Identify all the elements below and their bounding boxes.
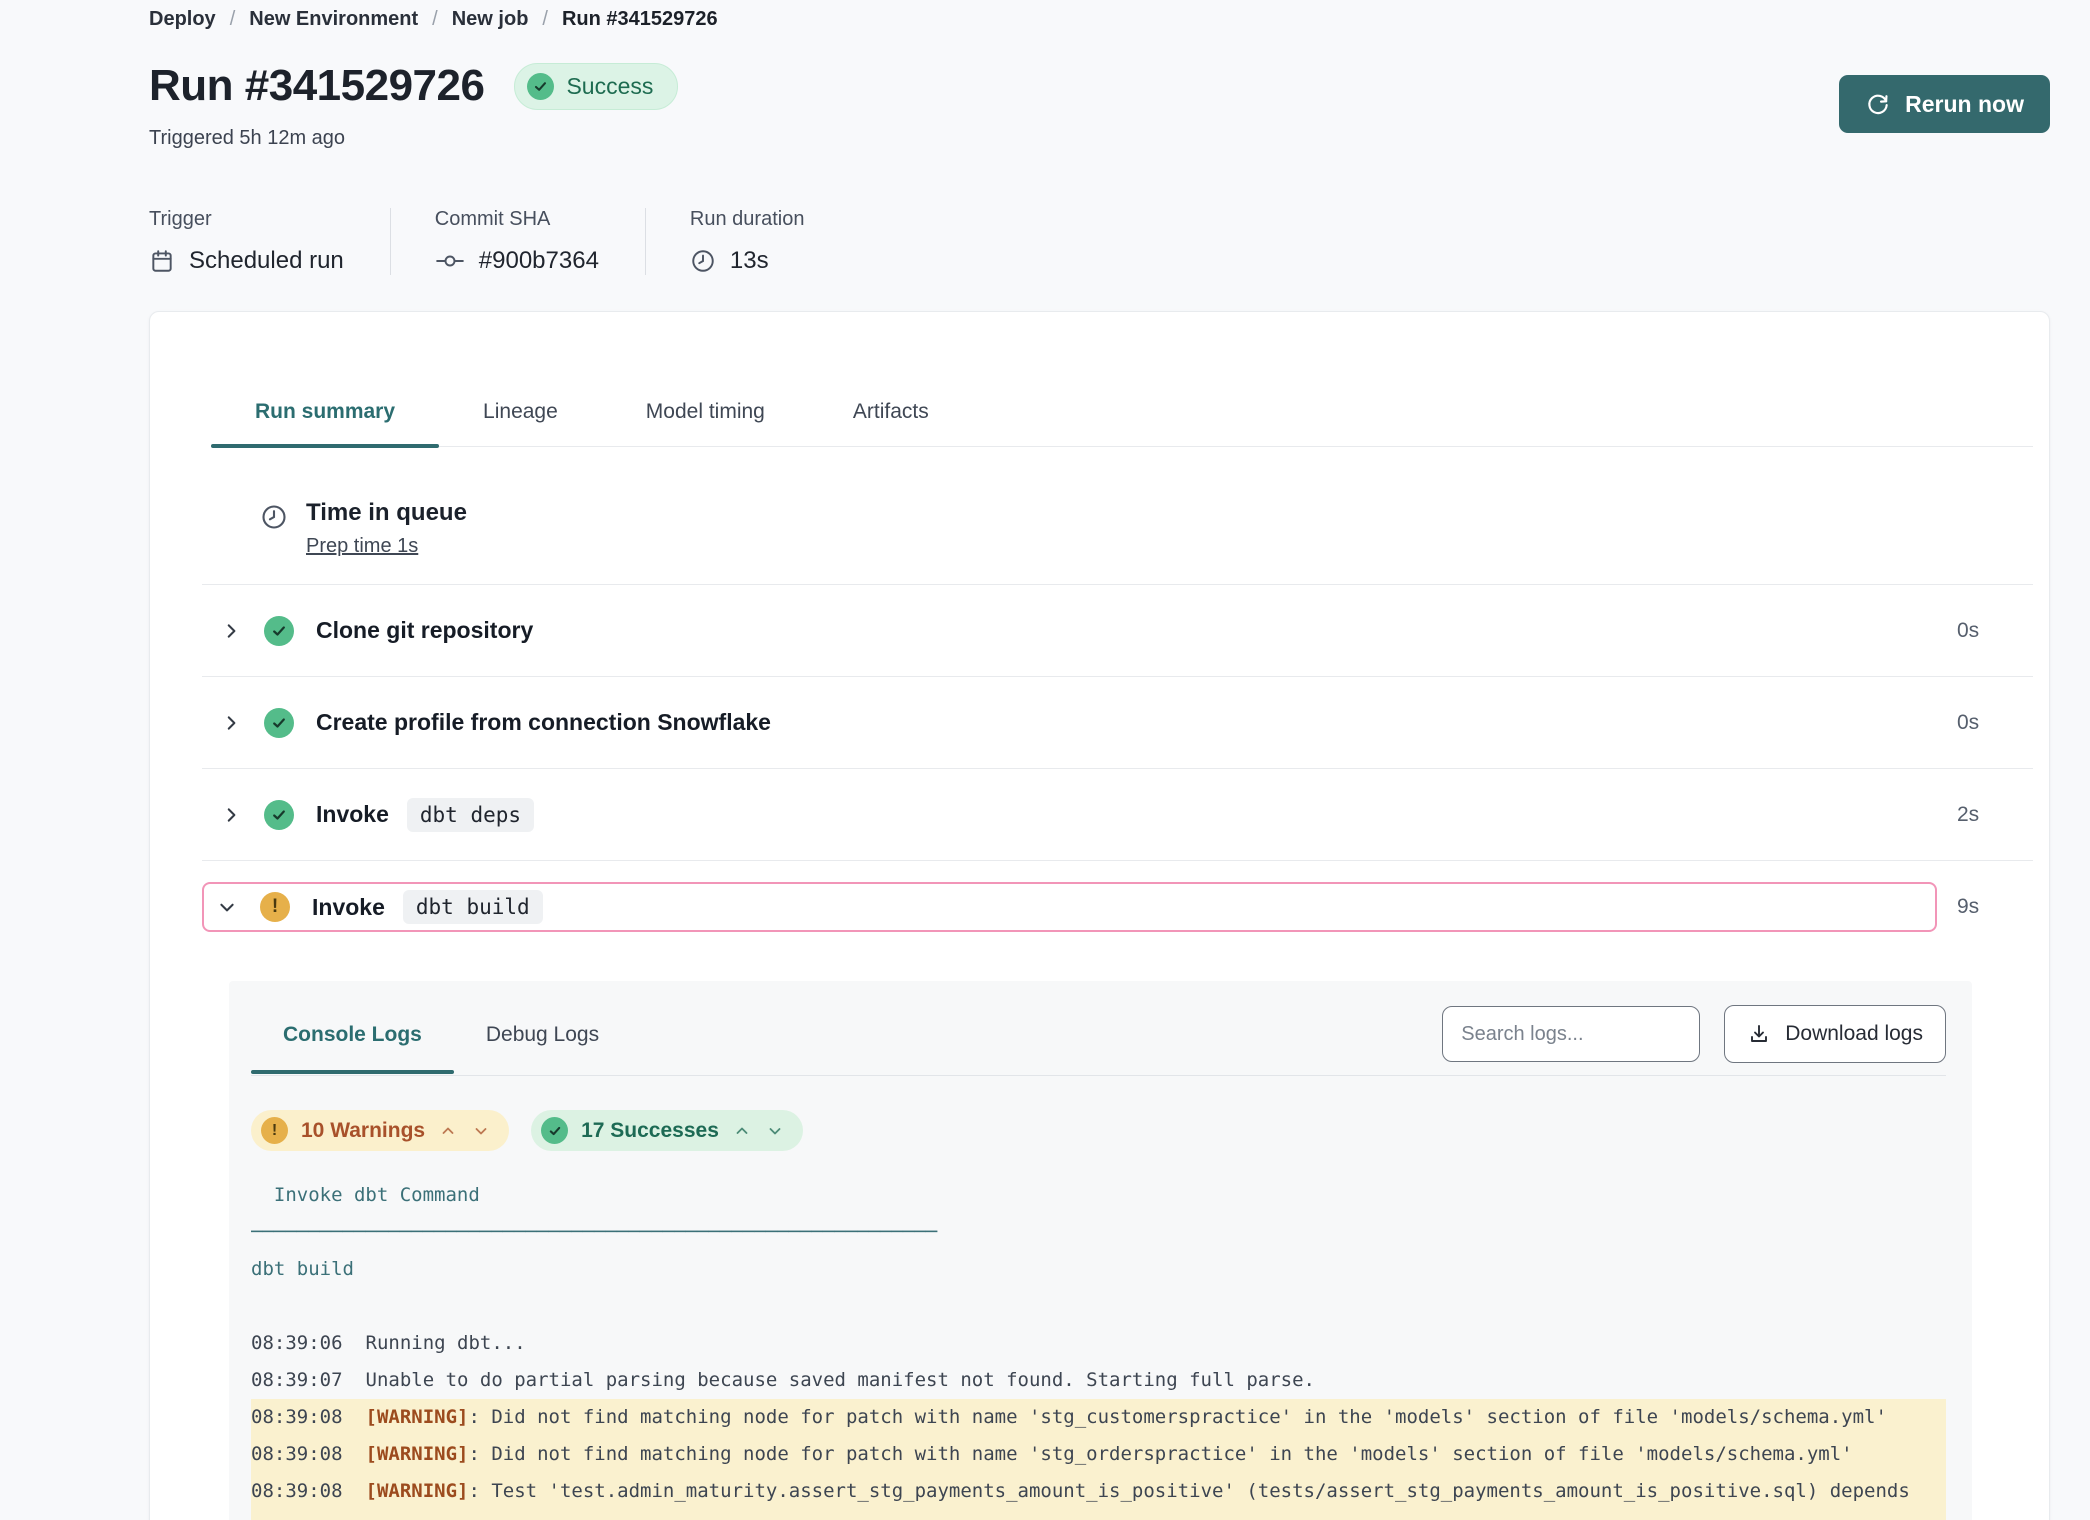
next-warning-button[interactable]: [471, 1121, 491, 1141]
tab-debug-logs[interactable]: Debug Logs: [454, 1007, 631, 1061]
triggered-timestamp: Triggered 5h 12m ago: [149, 127, 678, 150]
tab-model-timing[interactable]: Model timing: [602, 400, 809, 446]
time-in-queue: Time in queue Prep time 1s: [260, 499, 2033, 558]
breadcrumb-separator: /: [432, 8, 438, 31]
meta-commit-label: Commit SHA: [435, 208, 599, 231]
meta-duration-value: 13s: [730, 247, 769, 275]
rerun-now-label: Rerun now: [1905, 91, 2024, 118]
breadcrumb-new-environment[interactable]: New Environment: [249, 8, 418, 31]
chevron-down-icon: [218, 898, 238, 916]
meta-trigger-value: Scheduled run: [189, 247, 344, 275]
log-line: 08:39:06Running dbt...: [251, 1325, 1946, 1362]
step-invoke-dbt-deps[interactable]: Invoke dbt deps 2s: [202, 769, 2033, 861]
commit-icon: [435, 248, 465, 274]
log-line: [251, 1288, 1946, 1325]
log-line: 08:39:07Unable to do partial parsing bec…: [251, 1362, 1946, 1399]
breadcrumb-separator: /: [542, 8, 548, 31]
search-logs-input[interactable]: [1442, 1006, 1700, 1062]
breadcrumb-current-run: Run #341529726: [562, 8, 718, 31]
clock-icon: [690, 248, 716, 274]
step-duration: 2s: [1957, 803, 2033, 827]
tab-console-logs[interactable]: Console Logs: [251, 1007, 454, 1061]
success-check-icon: [527, 73, 554, 100]
console-log-output[interactable]: Invoke dbt Command ─────────────────────…: [251, 1177, 1946, 1520]
log-line: Invoke dbt Command: [251, 1177, 1946, 1214]
breadcrumb-deploy[interactable]: Deploy: [149, 8, 216, 31]
warning-icon: !: [260, 892, 290, 922]
chevron-right-icon: [222, 622, 242, 640]
breadcrumb-new-job[interactable]: New job: [452, 8, 529, 31]
log-header: Console Logs Debug Logs Download logs: [251, 1005, 1946, 1076]
step-create-profile[interactable]: Create profile from connection Snowflake…: [202, 677, 2033, 769]
step-invoke-dbt-build[interactable]: ! Invoke dbt build 9s: [202, 861, 2033, 953]
meta-trigger-label: Trigger: [149, 208, 344, 231]
breadcrumb: Deploy / New Environment / New job / Run…: [149, 8, 2050, 31]
meta-trigger: Trigger Scheduled run: [149, 208, 390, 275]
log-line: ────────────────────────────────────────…: [251, 1214, 1946, 1251]
warning-icon: !: [261, 1117, 288, 1144]
step-title: Create profile from connection Snowflake: [316, 709, 771, 736]
download-icon: [1747, 1022, 1771, 1046]
prep-time-link[interactable]: Prep time 1s: [306, 535, 418, 558]
step-title: Invoke: [316, 801, 389, 828]
step-clone-git-repository[interactable]: Clone git repository 0s: [202, 585, 2033, 677]
page-header: Deploy / New Environment / New job / Run…: [0, 0, 2090, 275]
log-panel: Console Logs Debug Logs Download logs ! …: [229, 981, 1972, 1520]
clock-icon: [260, 503, 288, 558]
step-duration: 9s: [1957, 895, 2033, 919]
step-title: Invoke: [312, 894, 385, 921]
tab-lineage[interactable]: Lineage: [439, 400, 602, 446]
refresh-icon: [1865, 91, 1891, 117]
breadcrumb-separator: /: [230, 8, 236, 31]
meta-duration-label: Run duration: [690, 208, 805, 231]
command-chip: dbt build: [403, 890, 543, 924]
successes-badge: 17 Successes: [531, 1110, 803, 1151]
next-success-button[interactable]: [765, 1121, 785, 1141]
tab-artifacts[interactable]: Artifacts: [809, 400, 973, 446]
chevron-right-icon: [222, 714, 242, 732]
download-logs-label: Download logs: [1785, 1022, 1923, 1046]
run-metadata: Trigger Scheduled run Commit SHA #900b73…: [149, 208, 2050, 275]
step-title: Clone git repository: [316, 617, 533, 644]
success-check-icon: [264, 616, 294, 646]
step-duration: 0s: [1957, 711, 2033, 735]
warnings-badge: ! 10 Warnings: [251, 1110, 509, 1151]
status-badge: Success: [514, 63, 678, 110]
successes-badge-label: 17 Successes: [581, 1119, 719, 1143]
calendar-icon: [149, 248, 175, 274]
page-title: Run #341529726: [149, 61, 484, 111]
meta-commit-sha: Commit SHA #900b7364: [390, 208, 645, 275]
step-duration: 0s: [1957, 619, 2033, 643]
command-chip: dbt deps: [407, 798, 534, 832]
previous-success-button[interactable]: [732, 1121, 752, 1141]
step-invoke-dbt-build-box[interactable]: ! Invoke dbt build: [202, 882, 1937, 932]
tab-run-summary[interactable]: Run summary: [211, 400, 439, 446]
warnings-badge-label: 10 Warnings: [301, 1119, 425, 1143]
time-in-queue-title: Time in queue: [306, 499, 467, 527]
status-badge-label: Success: [566, 73, 653, 100]
previous-warning-button[interactable]: [438, 1121, 458, 1141]
success-check-icon: [541, 1117, 568, 1144]
log-line-warning: 08:39:08[WARNING]: Did not find matching…: [251, 1399, 1946, 1436]
download-logs-button[interactable]: Download logs: [1724, 1005, 1946, 1063]
log-line-warning: 08:39:08[WARNING]: Did not find matching…: [251, 1436, 1946, 1473]
rerun-now-button[interactable]: Rerun now: [1839, 75, 2050, 133]
log-summary-badges: ! 10 Warnings 17 Successes: [251, 1110, 1946, 1151]
success-check-icon: [264, 708, 294, 738]
log-line-warning: 08:39:08[WARNING]: Test 'test.admin_matu…: [251, 1473, 1946, 1510]
log-line-warning: on a node named 'stg_payments' in packag…: [251, 1510, 1946, 1520]
meta-commit-value: #900b7364: [479, 247, 599, 275]
meta-run-duration: Run duration 13s: [645, 208, 851, 275]
log-line: dbt build: [251, 1251, 1946, 1288]
success-check-icon: [264, 800, 294, 830]
chevron-right-icon: [222, 806, 242, 824]
run-tabs: Run summary Lineage Model timing Artifac…: [211, 400, 2033, 447]
run-summary-card: Run summary Lineage Model timing Artifac…: [149, 311, 2050, 1520]
